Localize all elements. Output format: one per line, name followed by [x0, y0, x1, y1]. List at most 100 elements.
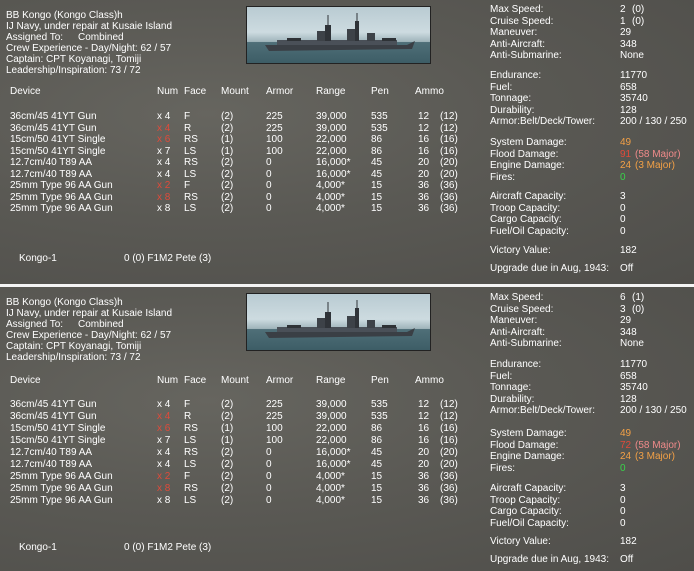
device-ammo: 36	[418, 483, 430, 494]
device-face: RS	[184, 191, 198, 203]
device-ammo-max: (16)	[440, 435, 458, 446]
stat-value: 35740	[620, 93, 648, 104]
device-range: 22,000	[316, 145, 347, 157]
stat-value: 0	[620, 517, 626, 529]
stat-value: 24	[620, 451, 632, 462]
device-range: 4,000*	[316, 203, 345, 214]
assigned-to: Assigned To: Combined	[6, 319, 124, 330]
device-range: 4,000*	[316, 191, 345, 203]
device-pen: 535	[371, 399, 388, 410]
device-row: 25mm Type 96 AA Gun x 8 RS (2) 0 4,000* 15 36 (3…	[0, 192, 480, 203]
device-num: x 6	[157, 134, 171, 145]
device-name: 25mm Type 96 AA Gun	[10, 483, 113, 494]
device-row: 15cm/50 41YT Single x 6 RS (1) 100 22,000 86 16…	[0, 134, 480, 145]
captain: Captain: CPT Koyanagi, Tomiji	[6, 341, 142, 352]
device-mount: (2)	[221, 180, 234, 191]
device-row: 25mm Type 96 AA Gun x 2 F (2) 0 4,000* 15 36 (36…	[0, 180, 480, 191]
device-ammo: 12	[418, 399, 430, 410]
stat-label: Anti-Submarine:	[490, 50, 562, 61]
device-name: 15cm/50 41YT Single	[10, 423, 106, 434]
device-pen: 45	[371, 168, 383, 180]
device-mount: (2)	[221, 111, 234, 122]
stat-label: Cargo Capacity:	[490, 506, 562, 517]
stat-value: 6	[620, 292, 626, 303]
device-num: x 4	[157, 157, 171, 168]
device-name: 25mm Type 96 AA Gun	[10, 180, 113, 191]
device-mount: (1)	[221, 435, 234, 446]
column-header-num: Num	[157, 86, 179, 97]
device-num: x 4	[157, 447, 171, 458]
device-num: x 8	[157, 495, 171, 506]
device-face: RS	[184, 483, 198, 494]
device-mount: (2)	[221, 411, 234, 422]
stat-label: Tonnage:	[490, 382, 532, 393]
column-header-device: Device	[10, 375, 41, 386]
device-ammo: 20	[418, 459, 430, 470]
device-row: 25mm Type 96 AA Gun x 8 LS (2) 0 4,000* 15 36 (3…	[0, 203, 480, 214]
device-ammo-max: (12)	[440, 399, 458, 410]
device-mount: (2)	[221, 203, 234, 214]
stat-label: Upgrade due in Aug, 1943:	[490, 554, 609, 565]
stat-label: Anti-Aircraft:	[490, 38, 546, 50]
device-armor: 0	[266, 471, 272, 482]
device-ammo-max: (20)	[440, 447, 458, 458]
device-armor: 0	[266, 180, 272, 191]
device-ammo: 36	[418, 495, 430, 506]
device-name: 12.7cm/40 T89 AA	[10, 459, 93, 470]
device-ammo-max: (36)	[440, 495, 458, 506]
device-num: x 4	[157, 111, 171, 122]
device-ammo-max: (16)	[440, 423, 458, 434]
stat-extra: (1)	[632, 292, 645, 303]
device-ammo-max: (20)	[440, 168, 458, 180]
stat-extra: (58 Major)	[635, 439, 681, 451]
device-range: 16,000*	[316, 459, 351, 470]
stat-value: 29	[620, 27, 632, 38]
leadership: Leadership/Inspiration: 73 / 72	[6, 352, 141, 363]
device-pen: 15	[371, 191, 383, 203]
device-row: 36cm/45 41YT Gun x 4 F (2) 225 39,000 535 12 (12…	[0, 399, 480, 410]
device-pen: 45	[371, 459, 383, 470]
device-num: x 4	[157, 122, 171, 134]
device-name: 12.7cm/40 T89 AA	[10, 168, 93, 180]
device-armor: 225	[266, 411, 283, 422]
stat-value: 0	[620, 214, 626, 225]
device-armor: 0	[266, 203, 272, 214]
device-num: x 7	[157, 435, 171, 446]
device-armor: 0	[266, 447, 272, 458]
device-mount: (2)	[221, 191, 234, 203]
ship-photo	[246, 293, 431, 351]
device-row: 36cm/45 41YT Gun x 4 R (2) 225 39,000 535 12 (12…	[0, 123, 480, 134]
stat-label: Armor:Belt/Deck/Tower:	[490, 405, 596, 416]
device-ammo-max: (12)	[440, 111, 458, 122]
stat-value: None	[620, 338, 644, 349]
device-row: 15cm/50 41YT Single x 7 LS (1) 100 22,000 86 16…	[0, 435, 480, 446]
ship-info-panel-top: BB Kongo (Kongo Class)h IJ Navy, under re…	[0, 0, 694, 284]
device-armor: 100	[266, 435, 283, 446]
device-num: x 8	[157, 203, 171, 214]
stat-value: 200 / 130 / 250	[620, 405, 687, 416]
device-face: F	[184, 180, 191, 191]
device-name: 25mm Type 96 AA Gun	[10, 203, 113, 214]
device-mount: (2)	[221, 495, 234, 506]
device-pen: 15	[371, 471, 383, 482]
device-num: x 8	[157, 483, 171, 494]
device-armor: 0	[266, 191, 272, 203]
device-name: 15cm/50 41YT Single	[10, 435, 106, 446]
device-face: RS	[184, 134, 198, 145]
stat-value: 128	[620, 393, 637, 405]
device-name: 25mm Type 96 AA Gun	[10, 191, 113, 203]
device-face: LS	[184, 495, 197, 506]
stat-value: 3	[620, 303, 626, 315]
stat-value: 0	[620, 494, 626, 506]
device-ammo: 16	[418, 423, 430, 434]
device-armor: 225	[266, 399, 283, 410]
device-armor: 100	[266, 423, 283, 434]
device-row: 25mm Type 96 AA Gun x 8 RS (2) 0 4,000* 15 36 (3…	[0, 483, 480, 494]
device-ammo-max: (36)	[440, 203, 458, 214]
device-ammo: 20	[418, 447, 430, 458]
stat-label: System Damage:	[490, 428, 567, 439]
assigned-value: Combined	[78, 319, 124, 330]
column-header-num: Num	[157, 375, 179, 386]
device-num: x 4	[157, 399, 171, 410]
device-armor: 0	[266, 495, 272, 506]
